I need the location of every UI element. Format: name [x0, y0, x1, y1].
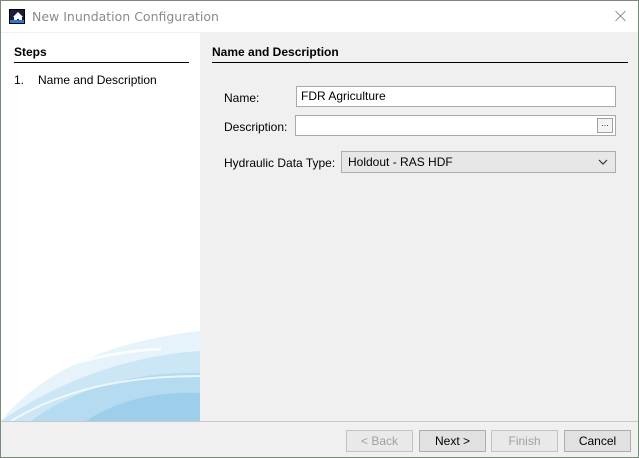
- description-label: Description:: [224, 120, 288, 134]
- steps-heading: Steps: [14, 45, 189, 63]
- button-bar: < Back Next > Finish Cancel: [1, 421, 638, 457]
- step-item: 1. Name and Description: [14, 73, 194, 87]
- finish-button[interactable]: Finish: [491, 430, 558, 452]
- next-button[interactable]: Next >: [419, 430, 486, 452]
- description-input[interactable]: ...: [295, 115, 616, 136]
- section-heading: Name and Description: [212, 45, 628, 63]
- cancel-button[interactable]: Cancel: [564, 430, 631, 452]
- name-input[interactable]: FDR Agriculture: [296, 86, 616, 107]
- dialog-window: New Inundation Configuration Steps 1. Na…: [0, 0, 639, 458]
- step-label: Name and Description: [38, 73, 157, 87]
- hydraulic-data-type-select[interactable]: Holdout - RAS HDF: [341, 151, 616, 173]
- hydraulic-data-type-value: Holdout - RAS HDF: [348, 155, 453, 169]
- name-label: Name:: [224, 91, 260, 105]
- steps-pane: Steps 1. Name and Description: [1, 33, 200, 421]
- browse-ellipsis-button[interactable]: ...: [597, 118, 613, 133]
- decorative-swoosh-graphic: [1, 331, 200, 421]
- step-number: 1.: [14, 73, 25, 87]
- close-icon[interactable]: [612, 7, 630, 25]
- hydraulic-data-type-label: Hydraulic Data Type:: [224, 156, 336, 170]
- window-title: New Inundation Configuration: [32, 9, 219, 24]
- title-bar[interactable]: New Inundation Configuration: [1, 1, 638, 32]
- chevron-down-icon: [598, 159, 608, 165]
- app-house-flood-icon: [9, 9, 25, 24]
- back-button[interactable]: < Back: [346, 430, 413, 452]
- content-pane: Name and Description Name: FDR Agricultu…: [200, 33, 638, 421]
